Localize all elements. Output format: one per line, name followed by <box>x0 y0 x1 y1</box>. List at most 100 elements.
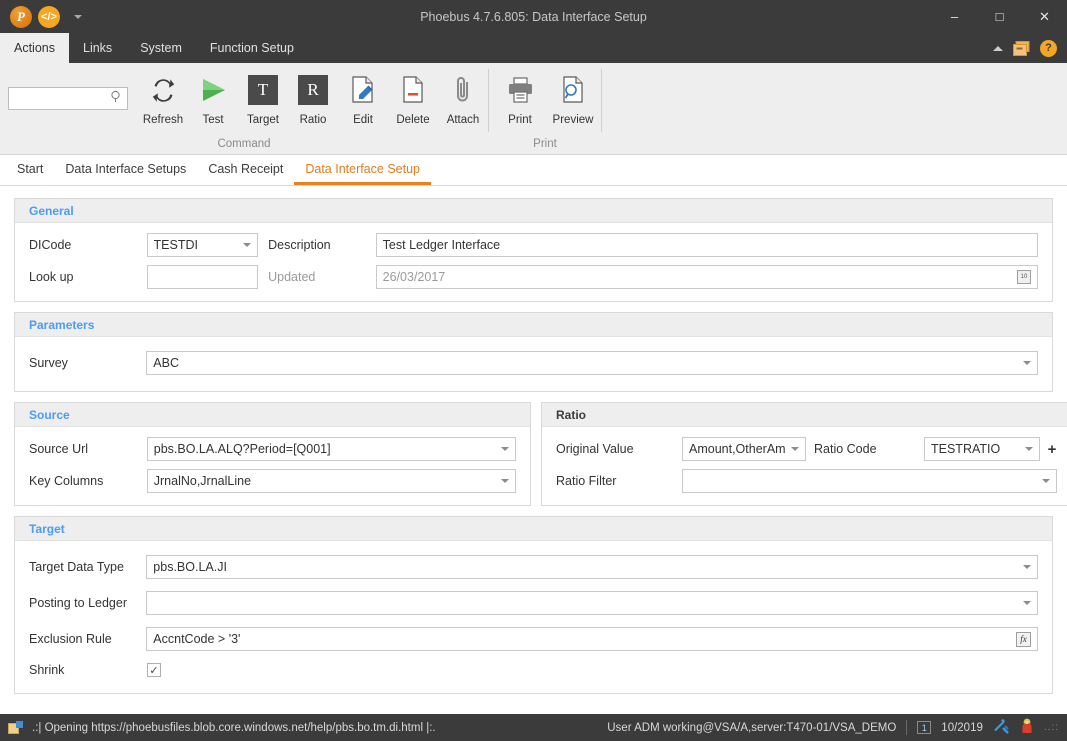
page-number-box[interactable]: 1 <box>917 721 932 734</box>
description-label: Description <box>268 238 331 252</box>
chevron-down-icon[interactable] <box>74 14 82 19</box>
panel-general-title: General <box>15 199 1052 223</box>
search-icon <box>110 90 123 108</box>
maximize-button[interactable]: □ <box>977 0 1022 33</box>
search-input[interactable] <box>13 92 110 105</box>
source-url-value: pbs.BO.LA.ALQ?Period=[Q001] <box>153 442 331 456</box>
delete-document-icon <box>400 71 426 109</box>
windows-icon[interactable] <box>1013 40 1030 56</box>
printer-icon <box>506 71 534 109</box>
chevron-down-icon[interactable] <box>243 243 252 247</box>
source-url-label: Source Url <box>29 442 89 456</box>
exclusion-rule-value: AccntCode > '3' <box>153 632 241 646</box>
updated-label: Updated <box>268 270 316 284</box>
ribbon-toolbar: Refresh Test T Target R Ratio Edit Delet… <box>0 63 1067 155</box>
ratio-filter-field[interactable] <box>682 469 1057 493</box>
chevron-down-icon[interactable] <box>1023 361 1031 365</box>
minimize-button[interactable]: – <box>932 0 977 33</box>
posting-to-ledger-field[interactable] <box>146 591 1038 615</box>
edit-button[interactable]: Edit <box>338 71 388 126</box>
ribbon-search-area <box>0 71 138 110</box>
target-data-type-value: pbs.BO.LA.JI <box>153 560 227 574</box>
target-data-type-field[interactable]: pbs.BO.LA.JI <box>146 555 1038 579</box>
chevron-down-icon[interactable] <box>1023 565 1031 569</box>
target-data-type-label: Target Data Type <box>29 560 124 574</box>
window-title: Phoebus 4.7.6.805: Data Interface Setup <box>420 9 647 24</box>
print-button[interactable]: Print <box>495 71 545 126</box>
menu-item-system[interactable]: System <box>126 33 196 63</box>
shrink-checkbox[interactable]: ✓ <box>147 663 161 677</box>
status-bar: .:| Opening https://phoebusfiles.blob.co… <box>0 714 1067 741</box>
chevron-down-icon[interactable] <box>1025 447 1033 451</box>
menu-item-function-setup[interactable]: Function Setup <box>196 33 308 63</box>
key-columns-field[interactable]: JrnalNo,JrnalLine <box>146 469 516 493</box>
test-button[interactable]: Test <box>188 71 238 126</box>
panel-ratio-body: Original Value Amount,OtherAm Ratio Code… <box>542 427 1067 505</box>
tools-icon[interactable] <box>993 718 1010 737</box>
panel-general: General DICode TESTDI Description Test L… <box>14 198 1053 302</box>
target-label: Target <box>247 114 279 126</box>
lookup-field[interactable] <box>146 265 259 289</box>
source-ratio-row: Source Source Url pbs.BO.LA.ALQ?Period=[… <box>14 402 1067 506</box>
menu-bar-right-icons: ? <box>993 33 1067 63</box>
survey-field[interactable]: ABC <box>146 351 1038 375</box>
ratio-button[interactable]: R Ratio <box>288 71 338 126</box>
exclusion-rule-field[interactable]: AccntCode > '3' fx <box>146 627 1038 651</box>
preview-label: Preview <box>552 114 594 126</box>
menu-item-links[interactable]: Links <box>69 33 126 63</box>
description-field[interactable]: Test Ledger Interface <box>375 233 1038 257</box>
row-shrink: Shrink ✓ <box>29 663 1038 677</box>
phoebus-logo-icon[interactable]: P <box>10 5 32 28</box>
refresh-button[interactable]: Refresh <box>138 71 188 126</box>
panel-source-body: Source Url pbs.BO.LA.ALQ?Period=[Q001] K… <box>15 427 530 505</box>
dicode-field[interactable]: TESTDI <box>146 233 259 257</box>
menu-item-actions[interactable]: Actions <box>0 33 69 63</box>
print-preview-icon <box>560 71 586 109</box>
updated-field[interactable]: 26/03/2017 10 <box>375 265 1038 289</box>
search-box[interactable] <box>8 87 128 110</box>
edit-label: Edit <box>353 114 373 126</box>
panel-parameters: Parameters Survey ABC <box>14 312 1053 392</box>
tab-data-interface-setup[interactable]: Data Interface Setup <box>294 155 432 185</box>
collapse-ribbon-caret-icon[interactable] <box>993 45 1003 51</box>
code-icon[interactable]: </> <box>38 5 60 28</box>
quick-access-toolbar: P </> <box>0 5 82 28</box>
test-label: Test <box>202 114 224 126</box>
add-ratio-code-button[interactable]: + <box>1045 442 1059 457</box>
original-value-field[interactable]: Amount,OtherAm <box>682 437 806 461</box>
figure-icon[interactable] <box>1020 718 1034 737</box>
formula-fx-icon[interactable]: fx <box>1016 631 1031 647</box>
paperclip-icon <box>453 71 473 109</box>
survey-label: Survey <box>29 356 68 370</box>
ratio-code-field[interactable]: TESTRATIO <box>924 437 1040 461</box>
updated-value: 26/03/2017 <box>382 270 446 284</box>
resize-grip-icon[interactable]: ..:: <box>1044 722 1059 733</box>
key-columns-value: JrnalNo,JrnalLine <box>153 474 252 488</box>
close-button[interactable]: ✕ <box>1022 0 1067 33</box>
window-controls: – □ ✕ <box>932 0 1067 33</box>
status-period: 10/2019 <box>941 721 983 734</box>
panel-target-title: Target <box>15 517 1052 541</box>
posting-to-ledger-label: Posting to Ledger <box>29 596 127 610</box>
tab-data-interface-setups[interactable]: Data Interface Setups <box>54 155 197 185</box>
tab-start[interactable]: Start <box>6 155 54 185</box>
chevron-down-icon[interactable] <box>501 447 509 451</box>
ratio-r-icon: R <box>298 71 328 109</box>
shrink-label: Shrink <box>29 663 65 677</box>
tab-cash-receipt[interactable]: Cash Receipt <box>197 155 294 185</box>
delete-button[interactable]: Delete <box>388 71 438 126</box>
chevron-down-icon[interactable] <box>501 479 509 483</box>
calendar-icon[interactable]: 10 <box>1017 270 1031 284</box>
chevron-down-icon[interactable] <box>1023 601 1031 605</box>
dicode-label: DICode <box>29 238 72 252</box>
document-tab-strip: Start Data Interface Setups Cash Receipt… <box>0 155 1067 186</box>
ribbon-group-command-label: Command <box>217 138 271 150</box>
chevron-down-icon[interactable] <box>1042 479 1050 483</box>
help-icon[interactable]: ? <box>1040 39 1057 57</box>
attach-button[interactable]: Attach <box>438 71 488 126</box>
preview-button[interactable]: Preview <box>545 71 601 126</box>
target-button[interactable]: T Target <box>238 71 288 126</box>
source-url-field[interactable]: pbs.BO.LA.ALQ?Period=[Q001] <box>146 437 516 461</box>
chevron-down-icon[interactable] <box>791 447 799 451</box>
panel-ratio-title: Ratio <box>542 403 1067 427</box>
